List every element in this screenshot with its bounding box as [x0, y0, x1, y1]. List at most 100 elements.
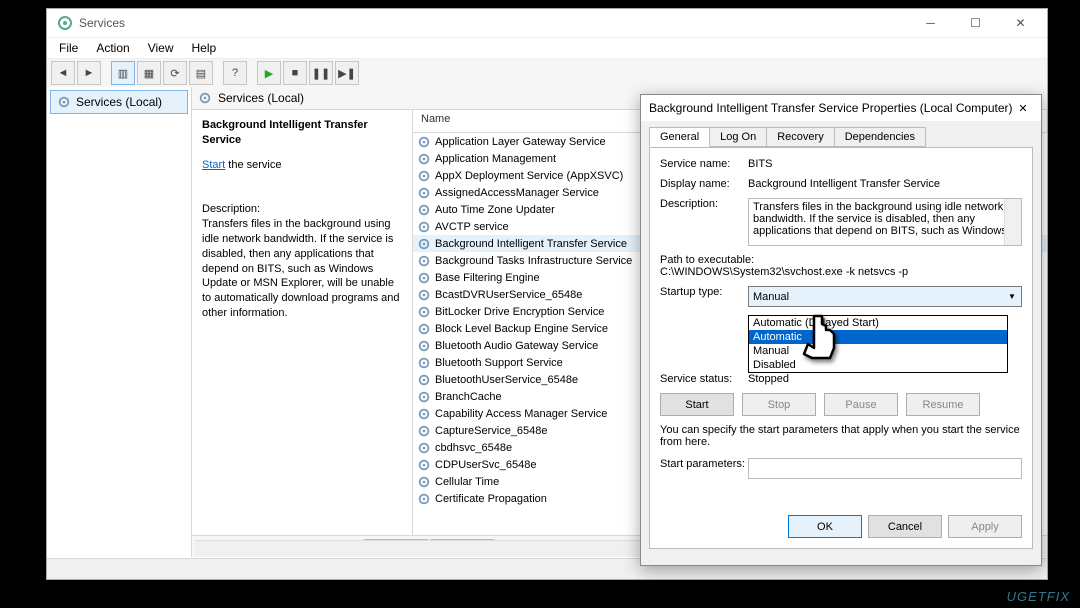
export-button[interactable]: ▤ — [189, 61, 213, 85]
service-name: Capability Access Manager Service — [435, 408, 659, 420]
startup-type-dropdown[interactable]: Manual ▼ — [748, 286, 1022, 307]
gear-icon — [417, 407, 431, 421]
menu-help[interactable]: Help — [184, 39, 225, 57]
service-name: AVCTP service — [435, 221, 659, 233]
gear-icon — [417, 288, 431, 302]
resume-button: Resume — [906, 393, 980, 416]
dialog-tabs: General Log On Recovery Dependencies — [641, 121, 1041, 147]
service-name: Bluetooth Audio Gateway Service — [435, 340, 659, 352]
gear-icon — [57, 95, 71, 109]
minimize-button[interactable]: ─ — [908, 9, 953, 37]
dialog-body: Service name: BITS Display name: Backgro… — [649, 147, 1033, 549]
tab-logon[interactable]: Log On — [709, 127, 767, 147]
nav-label: Services (Local) — [76, 95, 162, 109]
value-service-status: Stopped — [748, 373, 1022, 385]
service-name: Background Intelligent Transfer Service — [435, 238, 659, 250]
option-manual[interactable]: Manual — [749, 344, 1007, 358]
gear-icon — [417, 169, 431, 183]
gear-icon — [417, 475, 431, 489]
restart-service-button[interactable]: ▶❚ — [335, 61, 359, 85]
service-name: Base Filtering Engine — [435, 272, 659, 284]
menu-action[interactable]: Action — [88, 39, 137, 57]
chevron-down-icon: ▼ — [1005, 289, 1019, 303]
gear-icon — [417, 356, 431, 370]
menu-file[interactable]: File — [51, 39, 86, 57]
desc-text: Transfers files in the background using … — [202, 217, 402, 321]
apply-button: Apply — [948, 515, 1022, 538]
dialog-close-button[interactable]: ✕ — [1013, 102, 1033, 115]
gear-icon — [417, 390, 431, 404]
label-description: Description: — [660, 198, 748, 210]
forward-button[interactable]: ► — [77, 61, 101, 85]
service-name: Application Layer Gateway Service — [435, 136, 659, 148]
tab-general[interactable]: General — [649, 127, 710, 147]
dialog-titlebar: Background Intelligent Transfer Service … — [641, 95, 1041, 121]
desc-heading: Description: — [202, 202, 402, 217]
gear-icon — [417, 458, 431, 472]
start-suffix: the service — [225, 159, 281, 171]
tab-dependencies[interactable]: Dependencies — [834, 127, 926, 147]
maximize-button[interactable]: ☐ — [953, 9, 998, 37]
services-icon — [57, 15, 73, 31]
back-button[interactable]: ◄ — [51, 61, 75, 85]
service-name: Application Management — [435, 153, 659, 165]
col-name[interactable]: Name — [413, 110, 660, 132]
titlebar: Services ─ ☐ ✕ — [47, 9, 1047, 38]
toolbar: ◄ ► ▥ ▦ ⟳ ▤ ? ▶ ■ ❚❚ ▶❚ — [47, 59, 1047, 88]
start-service-button[interactable]: ▶ — [257, 61, 281, 85]
gear-icon — [198, 91, 212, 105]
service-name: cbdhsvc_6548e — [435, 442, 659, 454]
gear-icon — [417, 237, 431, 251]
label-display-name: Display name: — [660, 178, 748, 190]
service-name: Block Level Backup Engine Service — [435, 323, 659, 335]
label-startup-type: Startup type: — [660, 286, 748, 298]
gear-icon — [417, 152, 431, 166]
service-name: BluetoothUserService_6548e — [435, 374, 659, 386]
service-name: AppX Deployment Service (AppXSVC) — [435, 170, 659, 182]
menubar: File Action View Help — [47, 38, 1047, 59]
startup-selected: Manual — [753, 291, 789, 303]
properties-button[interactable]: ▦ — [137, 61, 161, 85]
detail-service-name: Background Intelligent Transfer Service — [202, 118, 402, 148]
gear-icon — [417, 135, 431, 149]
gear-icon — [417, 492, 431, 506]
help-button[interactable]: ? — [223, 61, 247, 85]
gear-icon — [417, 186, 431, 200]
service-name: BitLocker Drive Encryption Service — [435, 306, 659, 318]
hint-text: You can specify the start parameters tha… — [660, 424, 1022, 448]
option-disabled[interactable]: Disabled — [749, 358, 1007, 372]
service-name: Certificate Propagation — [435, 493, 659, 505]
label-start-params: Start parameters: — [660, 458, 748, 470]
watermark: UGETFIX — [1007, 589, 1070, 604]
option-auto-delayed[interactable]: Automatic (Delayed Start) — [749, 316, 1007, 330]
tab-recovery[interactable]: Recovery — [766, 127, 834, 147]
description-box[interactable]: Transfers files in the background using … — [748, 198, 1022, 246]
start-params-input[interactable] — [748, 458, 1022, 479]
refresh-button[interactable]: ⟳ — [163, 61, 187, 85]
show-hide-tree-button[interactable]: ▥ — [111, 61, 135, 85]
menu-view[interactable]: View — [140, 39, 182, 57]
desc-scrollbar[interactable] — [1004, 199, 1021, 245]
nav-tree: Services (Local) — [47, 87, 192, 557]
value-display-name: Background Intelligent Transfer Service — [748, 178, 1022, 190]
start-button[interactable]: Start — [660, 393, 734, 416]
description-text: Transfers files in the background using … — [753, 201, 1007, 237]
service-name: AssignedAccessManager Service — [435, 187, 659, 199]
close-button[interactable]: ✕ — [998, 9, 1043, 37]
cancel-button[interactable]: Cancel — [868, 515, 942, 538]
nav-services-local[interactable]: Services (Local) — [50, 90, 188, 114]
pause-service-button[interactable]: ❚❚ — [309, 61, 333, 85]
service-name: BranchCache — [435, 391, 659, 403]
option-automatic[interactable]: Automatic — [749, 330, 1007, 344]
ok-button[interactable]: OK — [788, 515, 862, 538]
gear-icon — [417, 441, 431, 455]
gear-icon — [417, 339, 431, 353]
gear-icon — [417, 322, 431, 336]
detail-pane: Background Intelligent Transfer Service … — [192, 110, 412, 535]
service-name: Auto Time Zone Updater — [435, 204, 659, 216]
stop-service-button[interactable]: ■ — [283, 61, 307, 85]
pause-button: Pause — [824, 393, 898, 416]
gear-icon — [417, 305, 431, 319]
start-link[interactable]: Start — [202, 159, 225, 171]
gear-icon — [417, 373, 431, 387]
